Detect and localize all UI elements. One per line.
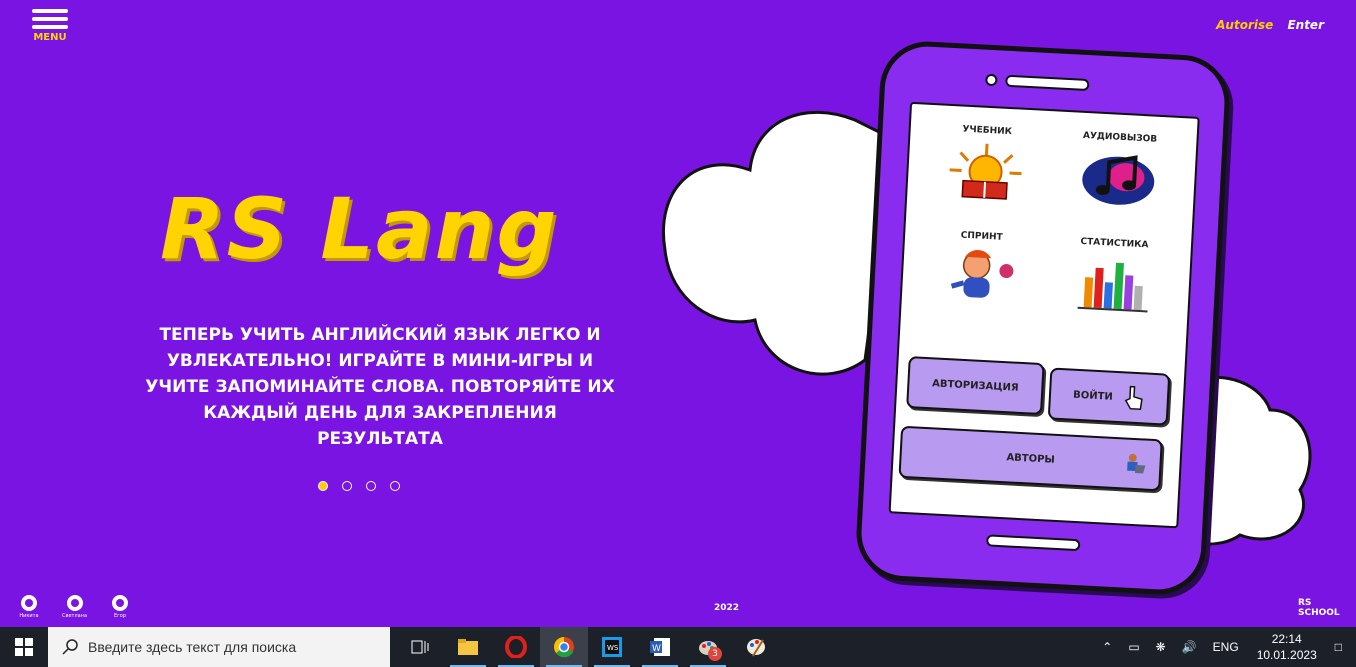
webstorm-icon: WS xyxy=(602,637,622,657)
opera-icon xyxy=(505,636,527,658)
app-title: УЧЕБНИК xyxy=(962,124,1013,138)
app-sprint[interactable]: СПРИНТ xyxy=(910,228,1048,335)
phone-screen: УЧЕБНИК АУДИОВЫЗОВ СПРИНТ СТАТИСТИКА АВТ… xyxy=(888,101,1200,529)
authors-button[interactable]: АВТОРЫ xyxy=(898,425,1163,492)
volume-icon[interactable]: 🔊 xyxy=(1182,640,1197,654)
authorization-button[interactable]: АВТОРИЗАЦИЯ xyxy=(906,356,1045,416)
chrome-icon xyxy=(554,637,574,658)
slider-dots xyxy=(318,481,400,491)
paint-button[interactable]: 3 xyxy=(684,627,732,667)
search-placeholder: Введите здесь текст для поиска xyxy=(88,639,297,655)
author-name: Светлана xyxy=(62,613,88,619)
app-title: СПРИНТ xyxy=(960,230,1003,243)
top-links: Autorise Enter xyxy=(1216,18,1324,32)
chrome-button[interactable] xyxy=(540,627,588,667)
webstorm-button[interactable]: WS xyxy=(588,627,636,667)
task-view-icon xyxy=(411,640,429,654)
svg-text:WS: WS xyxy=(607,644,619,652)
app-audiocall[interactable]: АУДИОВЫЗОВ xyxy=(1049,129,1187,236)
word-icon: W xyxy=(650,638,670,656)
app-statistics[interactable]: СТАТИСТИКА xyxy=(1043,235,1181,342)
word-button[interactable]: W xyxy=(636,627,684,667)
slider-dot-3[interactable] xyxy=(366,481,376,491)
slider-dot-4[interactable] xyxy=(390,481,400,491)
running-character-icon xyxy=(950,250,1013,298)
search-icon xyxy=(62,639,78,655)
github-icon xyxy=(112,595,129,611)
start-button[interactable] xyxy=(0,627,48,667)
sun-book-icon xyxy=(949,143,1022,200)
landing-page: MENU Autorise Enter RS Lang Теперь учить… xyxy=(0,0,1356,627)
footer-year: 2022 xyxy=(714,603,740,613)
paint-palette-button[interactable] xyxy=(732,627,780,667)
app-grid: УЧЕБНИК АУДИОВЫЗОВ СПРИНТ СТАТИСТИКА xyxy=(900,104,1197,343)
phone-mockup: УЧЕБНИК АУДИОВЫЗОВ СПРИНТ СТАТИСТИКА АВТ… xyxy=(854,39,1232,597)
language-indicator[interactable]: ENG xyxy=(1213,640,1239,654)
enter-link[interactable]: Enter xyxy=(1287,18,1324,32)
menu-button[interactable]: MENU xyxy=(32,9,68,43)
pointer-hand-icon xyxy=(1124,385,1143,410)
developer-at-laptop-icon xyxy=(1127,453,1146,474)
opera-button[interactable] xyxy=(492,627,540,667)
bar-chart-icon xyxy=(1077,262,1148,313)
app-textbook[interactable]: УЧЕБНИК xyxy=(916,122,1054,229)
taskbar-search-box[interactable]: Введите здесь текст для поиска xyxy=(48,627,390,667)
phone-home-button xyxy=(985,534,1081,552)
file-explorer-icon xyxy=(458,639,478,655)
slider-dot-2[interactable] xyxy=(342,481,352,491)
login-button-label: ВОЙТИ xyxy=(1072,389,1114,403)
menu-bar xyxy=(32,17,68,21)
notification-badge: 3 xyxy=(708,647,722,661)
music-note-icon xyxy=(1081,155,1154,205)
author-github-links: Никита Светлана Егор xyxy=(18,594,131,619)
wifi-icon[interactable]: ❋ xyxy=(1156,640,1166,654)
authors-button-label: АВТОРЫ xyxy=(1006,451,1056,466)
github-link-svetlana[interactable]: Светлана xyxy=(62,594,87,619)
author-name: Никита xyxy=(19,613,39,619)
hero-tagline: Теперь учить английский язык легко и увл… xyxy=(145,325,615,449)
login-button[interactable]: ВОЙТИ xyxy=(1047,367,1171,426)
authorization-button-label: АВТОРИЗАЦИЯ xyxy=(931,377,1019,394)
github-icon xyxy=(21,595,37,611)
menu-label: MENU xyxy=(33,32,67,43)
menu-bar xyxy=(32,25,68,29)
slider-dot-1[interactable] xyxy=(318,481,328,491)
clock-time: 22:14 xyxy=(1271,632,1302,646)
windows-logo-icon xyxy=(15,638,33,656)
github-icon xyxy=(66,595,83,611)
phone-camera xyxy=(985,73,998,87)
battery-icon[interactable]: ▭ xyxy=(1128,640,1139,654)
rs-school-logo[interactable]: RS SCHOOL xyxy=(1298,598,1342,618)
phone-speaker xyxy=(1005,74,1090,92)
windows-taskbar: Введите здесь текст для поиска WS W 3 ⌃ … xyxy=(0,627,1356,667)
app-title: СТАТИСТИКА xyxy=(1080,236,1149,251)
clock-date: 10.01.2023 xyxy=(1256,648,1317,662)
notification-center-icon[interactable]: □ xyxy=(1335,640,1342,654)
system-tray: ⌃ ▭ ❋ 🔊 ENG 22:14 10.01.2023 □ xyxy=(1094,627,1356,667)
paint-palette-icon xyxy=(747,639,765,657)
author-name: Егор xyxy=(114,613,127,619)
github-link-egor[interactable]: Егор xyxy=(109,594,131,619)
file-explorer-button[interactable] xyxy=(444,627,492,667)
chevron-up-icon[interactable]: ⌃ xyxy=(1102,640,1112,654)
clock[interactable]: 22:14 10.01.2023 xyxy=(1257,631,1317,663)
app-title: АУДИОВЫЗОВ xyxy=(1082,130,1158,145)
app-logo: RS Lang xyxy=(160,180,559,278)
menu-bar xyxy=(32,9,68,13)
task-view-button[interactable] xyxy=(396,627,444,667)
svg-text:W: W xyxy=(652,644,661,654)
github-link-nikita[interactable]: Никита xyxy=(18,594,40,619)
authorise-link[interactable]: Autorise xyxy=(1216,18,1273,32)
